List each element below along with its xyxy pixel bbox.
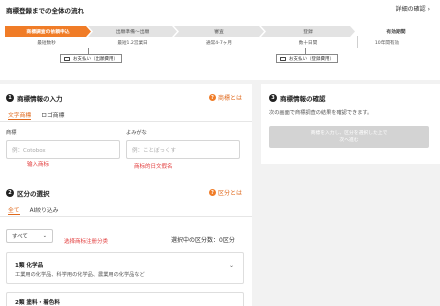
step-number-badge: 3 bbox=[269, 94, 277, 102]
confirm-card: 3 商標情報の確認 次の画面で商標調査の結果を確認できます。 商標を入力し、区分を… bbox=[261, 84, 440, 164]
help-circle-icon: ? bbox=[208, 94, 216, 101]
trademark-type-tabs: 文字商標 ロゴ商標 bbox=[8, 110, 64, 120]
next-button[interactable]: 商標を入力し、区分を選択した上で 次へ進む bbox=[269, 126, 429, 148]
detail-link[interactable]: 詳細の確認 › bbox=[396, 4, 430, 13]
trademark-form-card: 1 商標情報の入力 ? 商標とは 文字商標 ロゴ商標 商標 例：Cotobox 输入… bbox=[0, 84, 252, 306]
class-filter-select[interactable]: すべて ⌄ bbox=[6, 229, 53, 243]
mark-input[interactable]: 例：Cotobox bbox=[6, 140, 120, 159]
classification-help-link[interactable]: ? 区分とは bbox=[208, 188, 242, 197]
trademark-info-title: 1 商標情報の入力 bbox=[6, 93, 63, 103]
payment-filing-label: お支払い（出願費用） bbox=[73, 56, 118, 62]
tab-divider bbox=[0, 121, 252, 122]
tab-logo-mark[interactable]: ロゴ商標 bbox=[41, 110, 64, 120]
trademark-info-title-text: 商標情報の入力 bbox=[17, 95, 63, 103]
classification-title: 2 区分の選択 bbox=[6, 188, 50, 198]
card-icon bbox=[64, 56, 70, 61]
page-root: 商標登録までの全体の流れ 詳細の確認 › 商標調査の依頼申込 出願準備～出願 審査… bbox=[0, 0, 440, 306]
registration-flow: 商標登録までの全体の流れ 詳細の確認 › 商標調査の依頼申込 出願準備～出願 審査… bbox=[0, 0, 440, 80]
reading-note: 商标的日文假名 bbox=[134, 164, 173, 170]
payment-registration-label: お支払い（登録費用） bbox=[289, 56, 334, 62]
confirm-title: 3 商標情報の確認 bbox=[269, 93, 326, 103]
step-registration-duration: 数十日間 bbox=[298, 41, 318, 46]
chevron-down-icon: ⌄ bbox=[42, 233, 47, 239]
step-registration: 登録 bbox=[261, 26, 355, 37]
card-icon bbox=[280, 56, 286, 61]
next-button-line1: 商標を入力し、区分を選択した上で bbox=[310, 131, 388, 136]
classification-help-label[interactable]: 区分とは bbox=[218, 188, 242, 197]
class-item[interactable]: 2類 塗料・着色料 bbox=[6, 292, 244, 306]
tab-all[interactable]: 全て bbox=[8, 205, 20, 215]
tab-text-mark[interactable]: 文字商標 bbox=[8, 110, 32, 120]
selected-class-count: 選択中の区分数：0区分 bbox=[171, 237, 235, 244]
flow-steps: 商標調査の依頼申込 出願準備～出願 審査 登録 有効期間 bbox=[5, 26, 435, 37]
trademark-help-label[interactable]: 商標とは bbox=[218, 93, 242, 102]
reading-label: よみがな bbox=[126, 130, 147, 136]
trademark-help-link[interactable]: ? 商標とは bbox=[208, 93, 242, 102]
class-item-name: 1類 化学品 bbox=[15, 263, 44, 269]
help-circle-icon: ? bbox=[208, 189, 216, 196]
step-apply-duration: 最短数秒 bbox=[37, 41, 56, 46]
mark-label: 商標 bbox=[6, 130, 17, 136]
filter-note: 选择商标注册分类 bbox=[64, 239, 109, 245]
flow-step-durations: 最短数秒 最短1.2営業日 通常4-7ヶ月 数十日間 10年間有効 bbox=[5, 40, 435, 48]
payment-filing: お支払い（出願費用） bbox=[60, 54, 122, 63]
next-button-line2: 次へ進む bbox=[339, 138, 359, 144]
step-validity-duration: 10年間有効 bbox=[374, 41, 400, 46]
class-item-name: 2類 塗料・着色料 bbox=[15, 300, 60, 306]
step-examination: 審査 bbox=[174, 26, 264, 37]
payment-registration: お支払い（登録費用） bbox=[276, 54, 338, 63]
step-number-badge: 2 bbox=[6, 189, 14, 197]
step-filing-duration: 最短1.2営業日 bbox=[117, 41, 148, 46]
detail-link-label[interactable]: 詳細の確認 bbox=[396, 6, 426, 13]
confirm-title-text: 商標情報の確認 bbox=[280, 95, 326, 103]
classification-title-text: 区分の選択 bbox=[17, 190, 50, 198]
step-filing: 出願準備～出願 bbox=[88, 26, 177, 37]
mark-note: 输入商标 bbox=[27, 162, 50, 168]
reading-input[interactable]: 例：ことぼっくす bbox=[126, 140, 240, 159]
flow-title: 商標登録までの全体の流れ bbox=[6, 7, 84, 15]
tab-ai-filter[interactable]: AI絞り込み bbox=[30, 205, 59, 215]
step-number-badge: 1 bbox=[6, 94, 14, 102]
confirm-description: 次の画面で商標調査の結果を確認できます。 bbox=[269, 110, 373, 116]
class-filter-value: すべて bbox=[12, 234, 28, 240]
chevron-right-icon: › bbox=[427, 6, 430, 13]
step-apply: 商標調査の依頼申込 bbox=[5, 26, 91, 37]
chevron-down-icon[interactable]: ⌄ bbox=[229, 262, 234, 269]
step-validity: 有効期間 bbox=[386, 30, 406, 35]
tab-divider bbox=[0, 216, 252, 217]
class-item-desc: 工業用の化学品、科学用の化学品、農業用の化学品など bbox=[15, 272, 145, 278]
classification-tabs: 全て AI絞り込み bbox=[8, 205, 58, 215]
step-examination-duration: 通常4-7ヶ月 bbox=[206, 41, 232, 46]
class-item[interactable]: 1類 化学品 工業用の化学品、科学用の化学品、農業用の化学品など ⌄ bbox=[6, 252, 244, 284]
